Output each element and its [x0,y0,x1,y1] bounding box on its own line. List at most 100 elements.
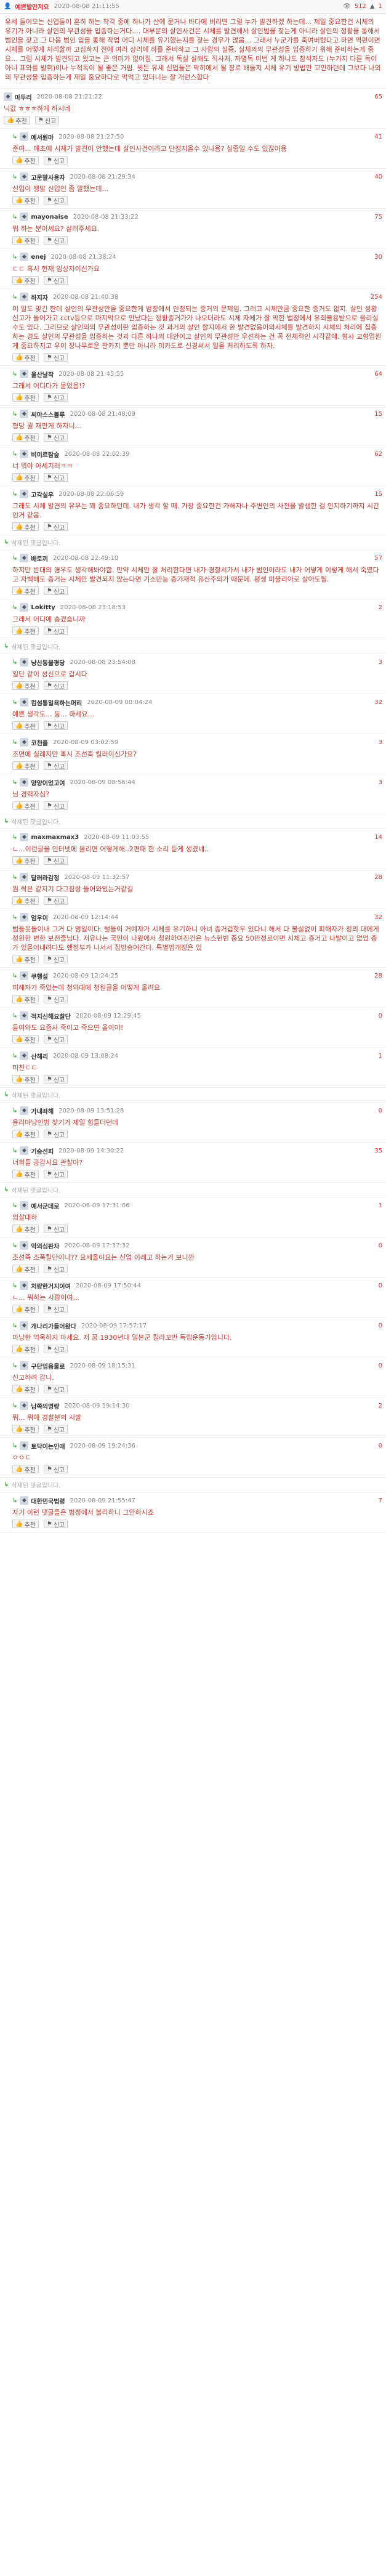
report-button[interactable]: ⚑ 신고 [43,761,68,771]
report-button[interactable]: ⚑ 신고 [43,1465,68,1474]
comment-nick[interactable]: mayonaise [31,214,68,221]
recommend-button[interactable]: 👍 추천 [12,1465,39,1474]
recommend-button[interactable]: 👍 추천 [12,801,39,811]
recommend-button[interactable]: 👍 추천 [12,236,39,245]
report-button[interactable]: ⚑ 신고 [43,1385,68,1394]
recommend-button[interactable]: 👍 추천 [12,1075,39,1084]
recommend-button[interactable]: 👍 추천 [4,116,30,125]
comment-text: 조면에 실례지만 혹시 조선족 킬러이신가요? [12,750,137,758]
comment-nick[interactable]: 예서원마 [31,132,54,142]
recommend-button[interactable]: 👍 추천 [12,761,39,771]
comment-nick[interactable]: 남쪽의명량 [31,1401,59,1411]
comment-nick[interactable]: 울산날작 [31,370,54,379]
report-button[interactable]: ⚑ 신고 [43,721,68,731]
flag-icon: ⚑ [46,627,52,634]
report-button[interactable]: ⚑ 신고 [43,1425,68,1434]
report-button[interactable]: ⚑ 신고 [43,1305,68,1314]
recommend-button[interactable]: 👍 추천 [12,196,39,205]
report-button[interactable]: ⚑ 신고 [43,1345,68,1354]
comment-nick[interactable]: 씨야스스불루 [31,410,65,419]
report-button[interactable]: ⚑ 신고 [43,1520,68,1529]
recommend-button[interactable]: 👍 추천 [12,1130,39,1139]
comment-nick[interactable]: 적지신해요찰단 [31,1011,70,1021]
recommend-button[interactable]: 👍 추천 [12,1520,39,1529]
recommend-button[interactable]: 👍 추천 [12,522,39,532]
report-button[interactable]: ⚑ 신고 [43,353,68,362]
recommend-button[interactable]: 👍 추천 [12,626,39,636]
comment-nick[interactable]: 기숭선피 [31,1146,54,1156]
comment-nick[interactable]: 하지자 [31,293,48,302]
recommend-button[interactable]: 👍 추천 [12,681,39,691]
report-button[interactable]: ⚑ 신고 [43,156,68,165]
recommend-button[interactable]: 👍 추천 [12,1035,39,1044]
report-button[interactable]: ⚑ 신고 [43,896,68,905]
comment-nick[interactable]: 구단입읍물로 [31,1361,65,1371]
comment-nick[interactable]: 컴섬통일욕하는머리 [31,698,82,707]
comment-nick[interactable]: 가내좌해 [31,1106,54,1116]
report-button[interactable]: ⚑ 신고 [43,236,68,245]
recommend-button[interactable]: 👍 추천 [12,473,39,482]
comment-nick[interactable]: 마두리 [15,92,32,102]
comment-nick[interactable]: 토닥이는인애 [31,1441,65,1451]
recommend-button[interactable]: 👍 추천 [12,1265,39,1274]
report-button[interactable]: ⚑ 신고 [43,1075,68,1084]
recommend-button[interactable]: 👍 추천 [12,276,39,285]
report-button[interactable]: ⚑ 신고 [43,626,68,636]
report-button[interactable]: ⚑ 신고 [43,801,68,811]
recommend-button[interactable]: 👍 추천 [12,353,39,362]
comment-nick[interactable]: 대한민국법령 [31,1496,65,1505]
report-button[interactable]: ⚑ 신고 [43,1130,68,1139]
recommend-button[interactable]: 👍 추천 [12,156,39,165]
comment-nick[interactable]: maxmaxmax3 [31,834,79,841]
recommend-button[interactable]: 👍 추천 [12,1225,39,1234]
recommend-button[interactable]: 👍 추천 [12,393,39,402]
recommend-button[interactable]: 👍 추천 [12,1385,39,1394]
report-button[interactable]: ⚑ 신고 [43,433,68,442]
recommend-button[interactable]: 👍 추천 [12,896,39,905]
recommend-button[interactable]: 👍 추천 [12,1425,39,1434]
comment-nick[interactable]: 산해리 [31,1051,48,1061]
comment-nick[interactable]: 엄우이 [31,913,48,922]
comment-nick[interactable]: 양양이었고여 [31,778,65,787]
recommend-button[interactable]: 👍 추천 [12,1345,39,1354]
comment-nick[interactable]: 달러라감정 [31,873,59,882]
recommend-button[interactable]: 👍 추천 [12,995,39,1004]
report-button[interactable]: ⚑ 신고 [43,1170,68,1179]
report-button[interactable]: ⚑ 신고 [43,856,68,865]
recommend-button[interactable]: 👍 추천 [12,433,39,442]
comment-nick[interactable]: Lokitty [31,604,55,611]
report-button[interactable]: ⚑ 신고 [43,681,68,691]
comment-nick[interactable]: 비이르탐숲 [31,450,59,459]
comment-nick[interactable]: 쿠행설 [31,971,48,981]
report-button[interactable]: ⚑ 신고 [43,1265,68,1274]
recommend-button[interactable]: 👍 추천 [12,586,39,596]
comment-nick[interactable]: 고각실우 [31,490,54,499]
report-button[interactable]: ⚑ 신고 [43,995,68,1004]
report-button[interactable]: ⚑ 신고 [43,955,68,964]
comment-nick[interactable]: 고운말사용자 [31,172,65,182]
report-button[interactable]: ⚑ 신고 [43,276,68,285]
report-button[interactable]: ⚑ 신고 [43,522,68,532]
recommend-button[interactable]: 👍 추천 [12,955,39,964]
recommend-button[interactable]: 👍 추천 [12,721,39,731]
comment-nick[interactable]: 악의심판자 [31,1241,59,1250]
recommend-button[interactable]: 👍 추천 [12,856,39,865]
comment-nick[interactable]: 예서군데로 [31,1201,59,1210]
report-button[interactable]: ⚑ 신고 [43,393,68,402]
report-label: 신고 [53,158,65,165]
report-button[interactable]: ⚑ 신고 [43,196,68,205]
report-button[interactable]: ⚑ 신고 [34,116,60,125]
comment-nick[interactable]: 냥산동물평당 [31,658,65,667]
comment-nick[interactable]: 처량한거지이여 [31,1281,70,1290]
recommend-button[interactable]: 👍 추천 [12,1305,39,1314]
comment-nick[interactable]: 개나리가들어왔다 [31,1321,76,1331]
comment-nick[interactable]: enej [31,254,46,261]
post-author[interactable]: 예쁜발만져요 [15,2,49,11]
report-button[interactable]: ⚑ 신고 [43,1035,68,1044]
report-button[interactable]: ⚑ 신고 [43,586,68,596]
comment-nick[interactable]: 코천플 [31,738,48,747]
comment-nick[interactable]: 배토끼 [31,554,48,563]
report-button[interactable]: ⚑ 신고 [43,1225,68,1234]
report-button[interactable]: ⚑ 신고 [43,473,68,482]
recommend-button[interactable]: 👍 추천 [12,1170,39,1179]
